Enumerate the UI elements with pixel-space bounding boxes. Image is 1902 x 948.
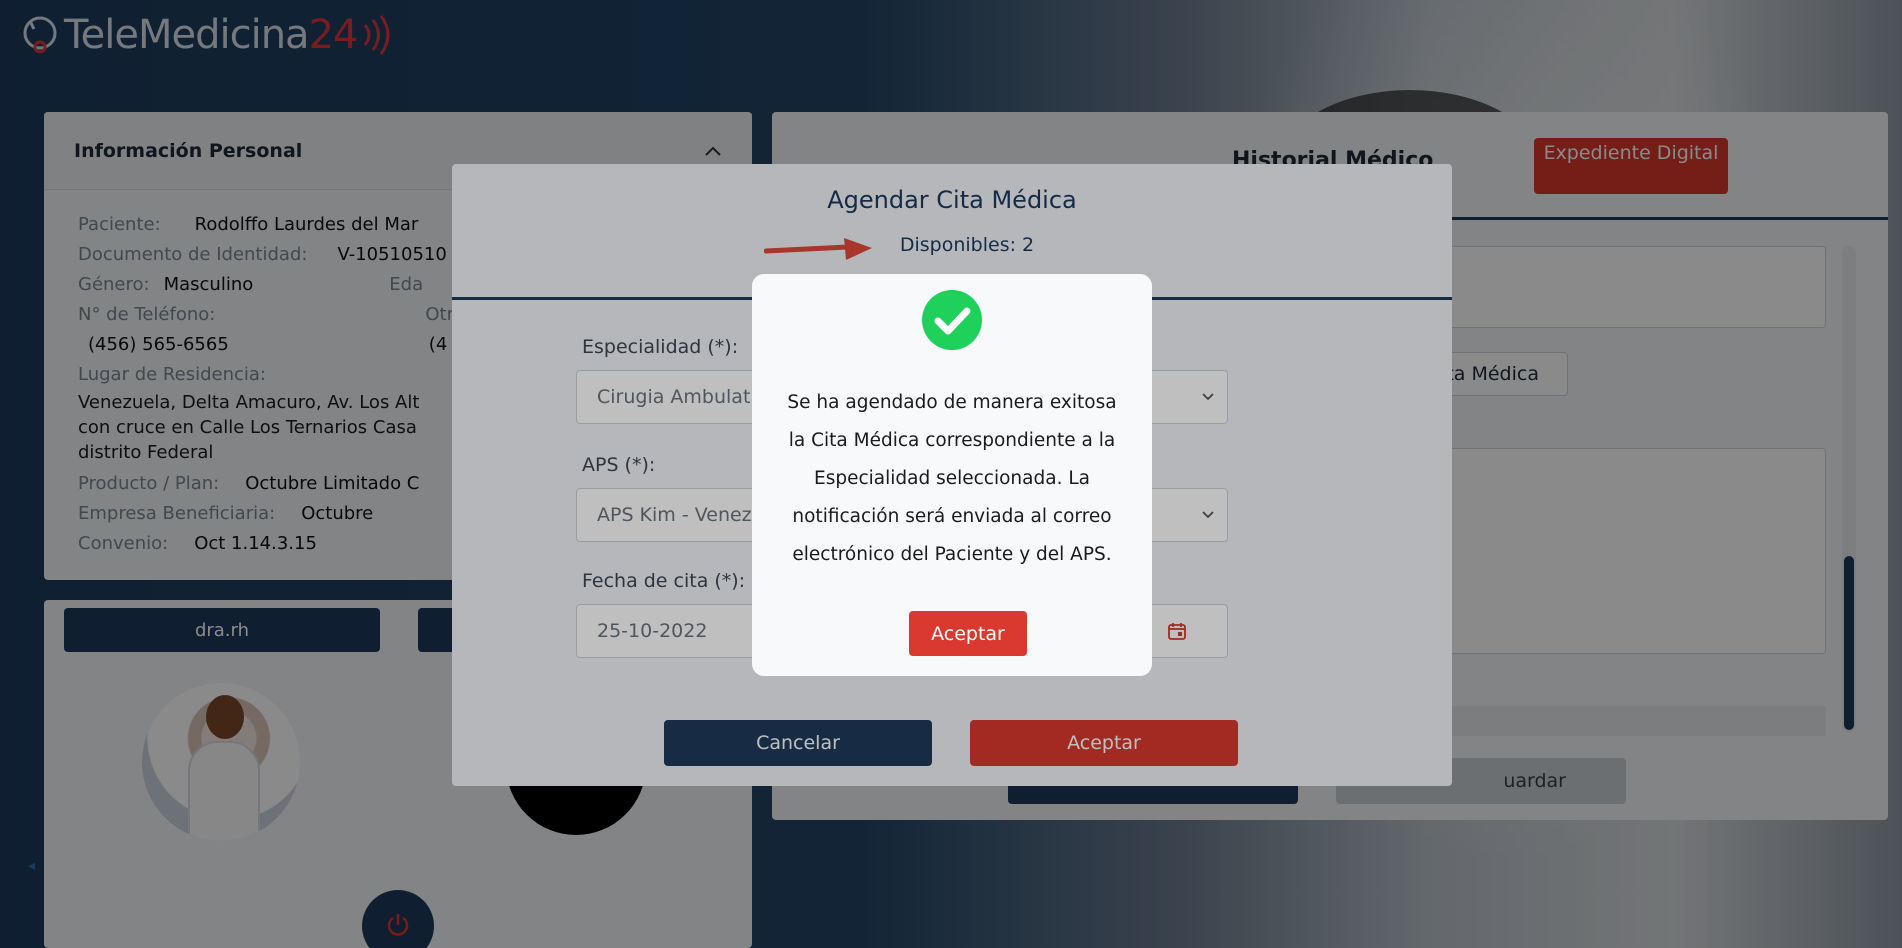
check-circle-icon [922, 290, 982, 350]
message-line: notificación será enviada al correo [792, 506, 1112, 527]
message-line: Se ha agendado de manera exitosa [787, 392, 1117, 413]
message-line: electrónico del Paciente y del APS. [792, 544, 1112, 565]
message-line: Especialidad seleccionada. La [814, 468, 1090, 489]
message-line: la Cita Médica correspondiente a la [788, 430, 1116, 451]
success-message: Se ha agendado de manera exitosa la Cita… [772, 384, 1132, 574]
dialog-accept-button[interactable]: Aceptar [909, 611, 1027, 656]
success-dialog: Se ha agendado de manera exitosa la Cita… [752, 274, 1152, 676]
